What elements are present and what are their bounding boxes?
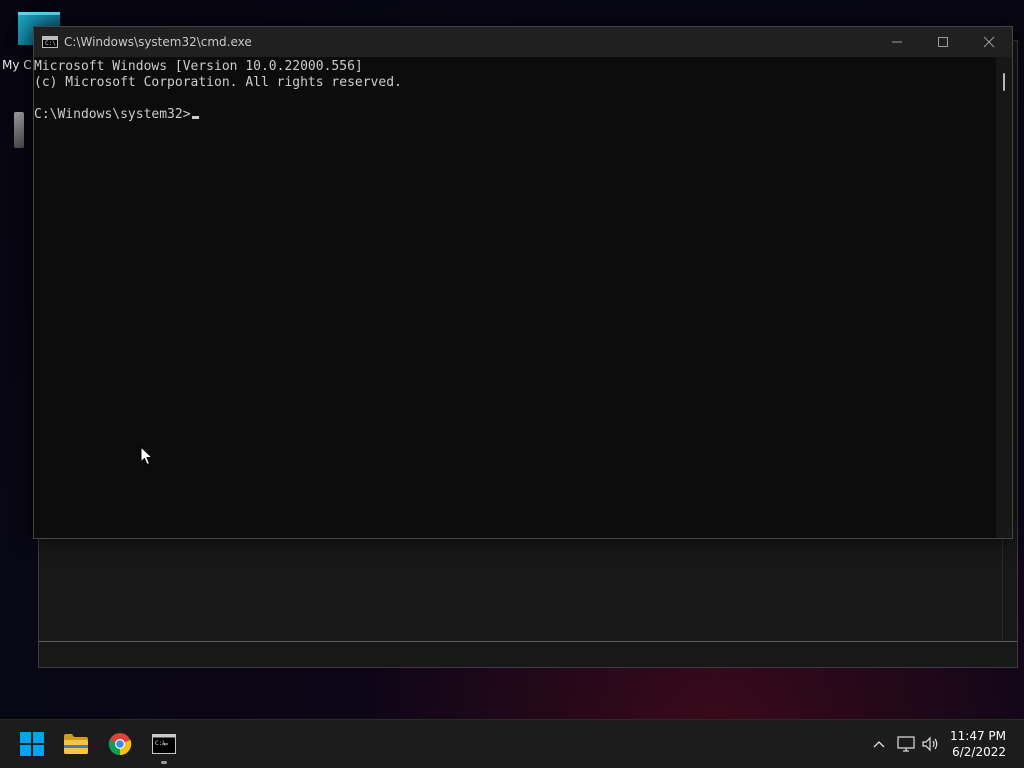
close-button[interactable] [966,27,1012,57]
console-line: Microsoft Windows [Version 10.0.22000.55… [34,59,363,74]
cmd-window[interactable]: C:\ C:\Windows\system32\cmd.exe Microsof… [33,26,1013,539]
chrome-icon [108,733,132,756]
start-button[interactable] [10,720,54,768]
clock[interactable]: 11:47 PM 6/2/2022 [950,728,1006,760]
maximize-icon [938,37,948,47]
volume-button[interactable] [920,720,942,768]
network-button[interactable] [895,720,917,768]
folder-icon [64,734,88,754]
vertical-scrollbar[interactable] [996,57,1012,538]
console-line: (c) Microsoft Corporation. All rights re… [34,75,402,90]
close-icon [983,36,995,48]
cmd-icon: C:\ [42,36,58,48]
cmd-icon: C:\ [152,734,176,754]
maximize-button[interactable] [920,27,966,57]
app-icon[interactable] [14,112,24,148]
chrome-button[interactable] [98,720,142,768]
prompt-line[interactable]: C:\Windows\system32> [34,107,994,123]
console-output[interactable]: Microsoft Windows [Version 10.0.22000.55… [34,57,994,538]
taskbar: C:\ 11:47 PM 6/2/2022 [0,719,1024,768]
mouse-pointer-icon [140,446,154,466]
show-hidden-icons-button[interactable] [868,720,890,768]
scroll-thumb[interactable] [1003,73,1005,91]
title-bar[interactable]: C:\ C:\Windows\system32\cmd.exe [34,27,1012,57]
active-indicator [161,761,167,764]
chevron-up-icon [873,741,885,748]
text-cursor [191,116,199,119]
file-explorer-button[interactable] [54,720,98,768]
desktop-icon-label[interactable]: My C [2,58,32,72]
clock-date: 6/2/2022 [952,745,1006,759]
windows-logo-icon [20,732,44,756]
minimize-icon [892,41,902,43]
volume-icon [922,736,938,752]
prompt-text: C:\Windows\system32> [34,107,191,122]
clock-time: 11:47 PM [950,729,1006,743]
command-prompt-button[interactable]: C:\ [142,720,186,768]
minimize-button[interactable] [874,27,920,57]
window-title: C:\Windows\system32\cmd.exe [64,35,252,49]
network-icon [897,736,915,752]
